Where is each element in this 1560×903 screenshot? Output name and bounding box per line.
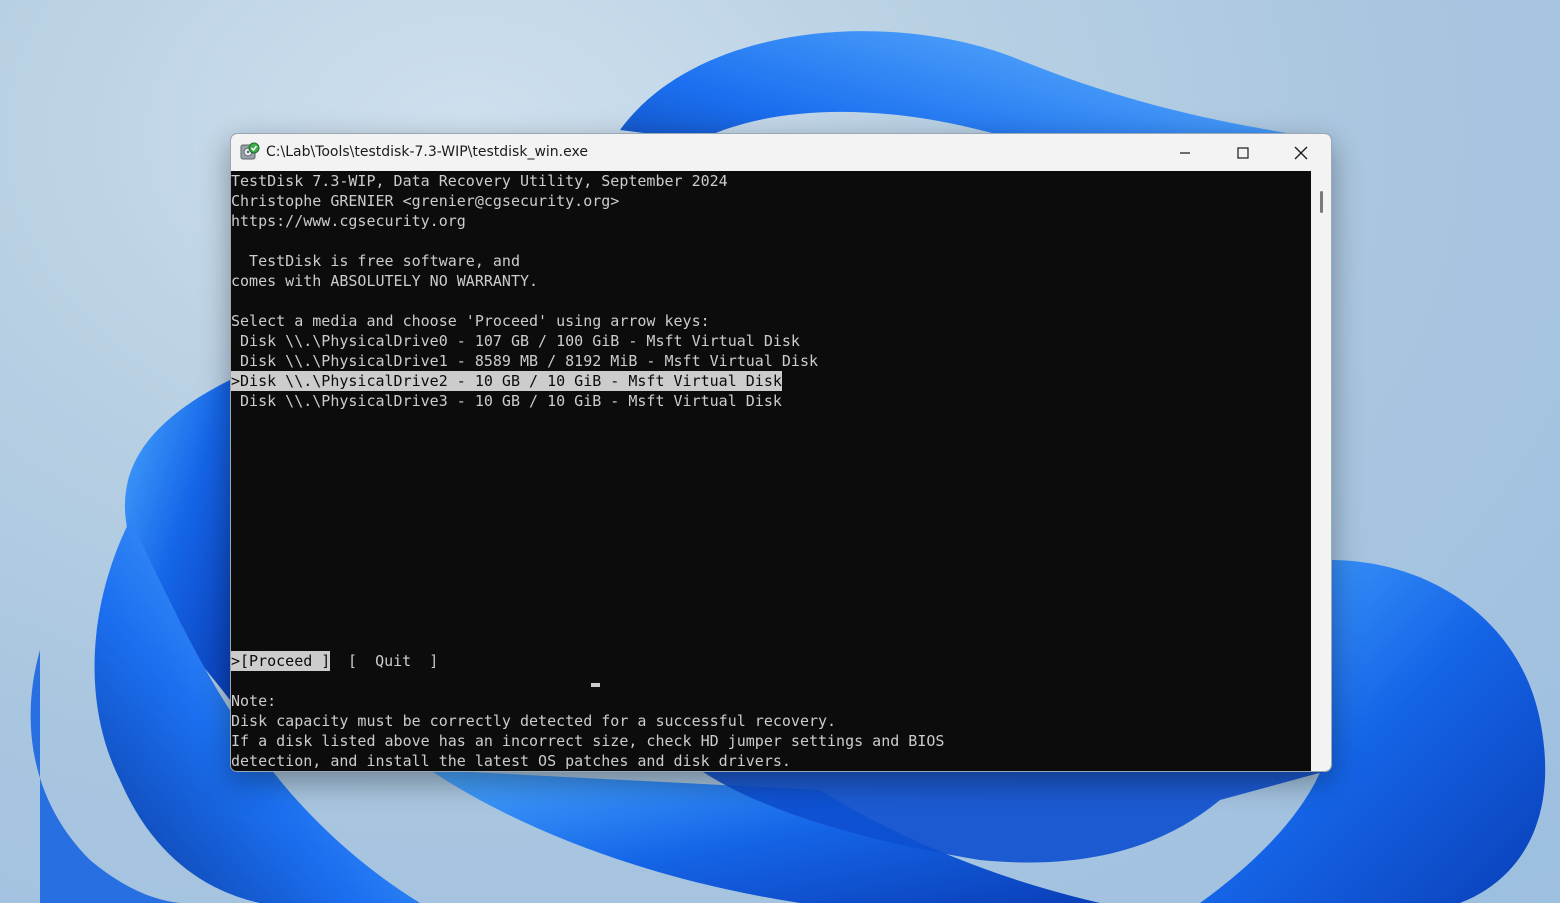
license-line: TestDisk is free software, and	[231, 252, 520, 270]
note-line: detection, and install the latest OS pat…	[231, 752, 791, 770]
license-line: comes with ABSOLUTELY NO WARRANTY.	[231, 272, 539, 290]
disk-option-physicaldrive2[interactable]: >Disk \\.\PhysicalDrive2 - 10 GB / 10 Gi…	[231, 371, 782, 391]
minimize-icon	[1180, 151, 1190, 154]
disk-option-physicaldrive0[interactable]: Disk \\.\PhysicalDrive0 - 107 GB / 100 G…	[231, 331, 800, 351]
header-line: https://www.cgsecurity.org	[231, 212, 466, 230]
header-line: TestDisk 7.3-WIP, Data Recovery Utility,…	[231, 172, 728, 190]
disk-option-physicaldrive3[interactable]: Disk \\.\PhysicalDrive3 - 10 GB / 10 GiB…	[231, 391, 782, 411]
maximize-icon	[1237, 146, 1249, 159]
testdisk-window: C:\Lab\Tools\testdisk-7.3-WIP\testdisk_w…	[230, 133, 1332, 772]
maximize-button[interactable]	[1214, 134, 1272, 171]
title-bar[interactable]: C:\Lab\Tools\testdisk-7.3-WIP\testdisk_w…	[231, 134, 1331, 171]
console-output[interactable]: TestDisk 7.3-WIP, Data Recovery Utility,…	[231, 171, 1311, 771]
close-icon	[1294, 146, 1308, 159]
note-line: Note:	[231, 692, 277, 710]
scrollbar-thumb[interactable]	[1320, 191, 1323, 213]
minimize-button[interactable]	[1156, 134, 1214, 171]
quit-button[interactable]: [ Quit ]	[348, 651, 438, 671]
disk-option-physicaldrive1[interactable]: Disk \\.\PhysicalDrive1 - 8589 MB / 8192…	[231, 351, 818, 371]
header-line: Christophe GRENIER <grenier@cgsecurity.o…	[231, 192, 620, 210]
proceed-button[interactable]: >[Proceed ]	[231, 651, 331, 671]
window-title: C:\Lab\Tools\testdisk-7.3-WIP\testdisk_w…	[266, 144, 588, 160]
close-button[interactable]	[1272, 134, 1330, 171]
vertical-scrollbar[interactable]	[1311, 171, 1331, 771]
media-prompt: Select a media and choose 'Proceed' usin…	[231, 312, 710, 330]
text-cursor	[591, 683, 600, 687]
note-line: Disk capacity must be correctly detected…	[231, 712, 837, 730]
note-line: If a disk listed above has an incorrect …	[231, 732, 945, 750]
testdisk-app-icon	[240, 142, 260, 160]
